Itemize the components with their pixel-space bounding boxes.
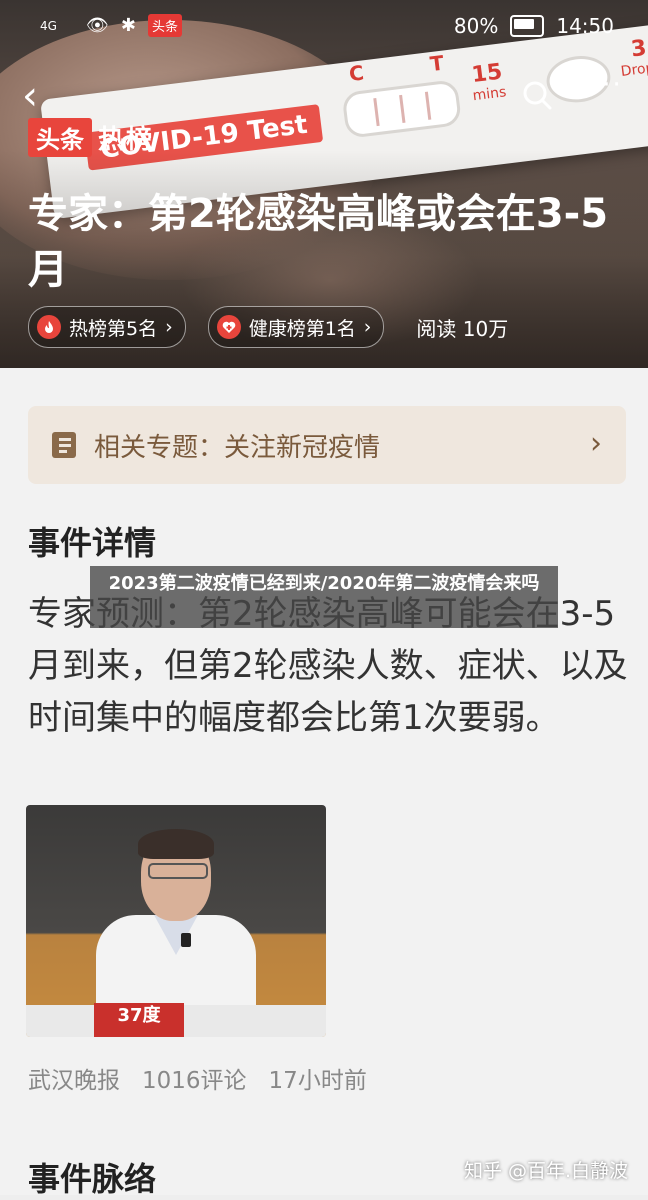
- test-strip-mins: 15 mins: [470, 59, 508, 105]
- battery-percent: 80%: [453, 14, 499, 38]
- search-icon[interactable]: [522, 80, 552, 110]
- article-photo[interactable]: 37度: [26, 805, 326, 1037]
- hotlist-rank-label: 热榜第5名: [69, 317, 158, 340]
- more-options-icon[interactable]: ···: [592, 70, 623, 100]
- photo-mic: [181, 933, 191, 947]
- caption-overlay: 2023第二波疫情已经到来/2020年第二波疫情会来吗: [90, 566, 558, 628]
- watermark: 知乎 @百年.白静波: [464, 1160, 629, 1182]
- section-title-timeline: 事件脉络: [28, 1160, 157, 1198]
- related-topic-banner[interactable]: 相关专题：关注新冠疫情 ›: [28, 406, 626, 484]
- app-notification-icon: 头条: [147, 14, 182, 37]
- clock: 14:50: [556, 14, 614, 38]
- heart-cross-icon: [216, 315, 241, 339]
- section-title-details: 事件详情: [28, 524, 157, 562]
- health-rank-label: 健康榜第1名: [248, 317, 356, 340]
- comment-count[interactable]: 1016评论: [142, 1061, 247, 1095]
- related-topic-label: 相关专题：关注新冠疫情: [94, 432, 381, 463]
- photo-hair: [138, 829, 214, 859]
- bluetooth-icon: ✱: [120, 15, 136, 36]
- battery-icon: [510, 15, 545, 37]
- test-strip-window: [341, 79, 463, 139]
- publish-time: 17小时前: [268, 1068, 367, 1094]
- read-count: 阅读 10万: [416, 316, 509, 341]
- photo-glasses: [148, 863, 208, 879]
- brand-toutiao: 头条: [28, 118, 92, 157]
- hero-banner: COVID-19 Test C T 15 mins 3 Drops 4G 👁 ✱ 头…: [0, 0, 648, 368]
- health-rank-chip[interactable]: 健康榜第1名 ›: [207, 306, 385, 348]
- photo-badge: 37度: [94, 1003, 184, 1037]
- eye-icon: 👁: [86, 15, 109, 36]
- flame-icon: [37, 315, 61, 339]
- hotlist-rank-chip[interactable]: 热榜第5名 ›: [28, 306, 186, 348]
- article-meta: 武汉晚报 1016评论 17小时前: [28, 1061, 367, 1095]
- chevron-right-icon: ›: [165, 316, 173, 338]
- headline: 专家：第2轮感染高峰或会在3-5月: [28, 191, 609, 293]
- brand-hotlist: 热榜: [98, 125, 155, 155]
- article-body: 相关专题：关注新冠疫情 › 事件详情 专家预测：第2轮感染高峰可能会在3-5月到…: [0, 368, 648, 1198]
- chevron-right-icon: ›: [363, 316, 372, 338]
- signal-icon: 4G: [40, 18, 57, 33]
- document-icon: [52, 432, 76, 458]
- brand-logo: 头条 热榜: [28, 118, 154, 157]
- back-arrow-icon[interactable]: ‹: [22, 76, 38, 116]
- article-source[interactable]: 武汉晚报: [28, 1061, 120, 1095]
- status-bar: 4G 👁 ✱ 头条 80% 14:50: [0, 0, 648, 56]
- chevron-right-icon: ›: [590, 426, 602, 461]
- chip-row: 热榜第5名 › 健康榜第1名 › 阅读 10万: [28, 306, 508, 348]
